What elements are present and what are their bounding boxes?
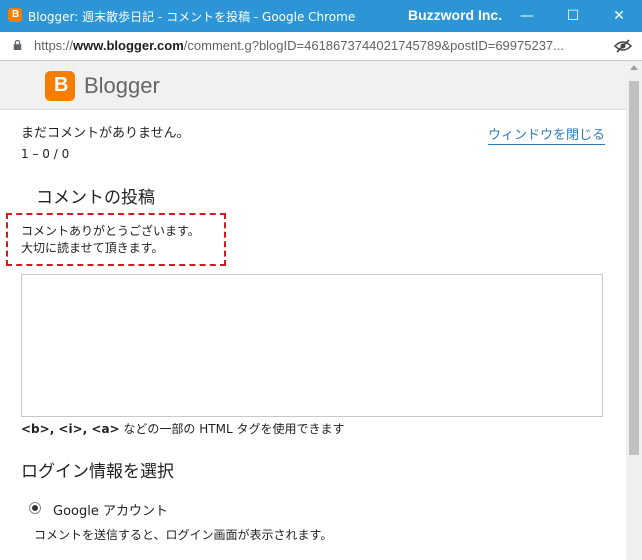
blogger-icon-letter: B — [12, 9, 20, 20]
blogger-logo-text: Blogger — [84, 73, 160, 98]
minimize-button[interactable]: — — [504, 0, 550, 32]
brand-label: Buzzword Inc. — [408, 7, 503, 23]
maximize-icon: ☐ — [566, 8, 580, 24]
maximize-button[interactable]: ☐ — [550, 0, 596, 32]
url-host: www.blogger.com — [73, 38, 184, 53]
url-text[interactable]: https://www.blogger.com/comment.g?blogID… — [34, 38, 609, 53]
message-line-2: 大切に読ませて頂きます。 — [21, 241, 164, 255]
close-window-link[interactable]: ウィンドウを閉じる — [488, 124, 606, 145]
blogger-header: B Blogger — [0, 61, 626, 110]
scroll-up-icon[interactable] — [630, 65, 638, 70]
blogger-icon: B — [8, 8, 22, 22]
url-scheme: https:// — [34, 38, 74, 53]
vertical-scrollbar[interactable] — [626, 61, 642, 560]
html-tags-note: <b>, <i>, <a> などの一部の HTML タグを使用できます — [21, 420, 344, 437]
comment-textarea[interactable] — [21, 274, 603, 417]
scrollbar-thumb[interactable] — [629, 81, 639, 455]
comment-page: まだコメントがありません。 ウィンドウを閉じる 1 – 0 / 0 コメントの投… — [0, 110, 626, 560]
lock-icon — [13, 40, 22, 50]
html-tags: <b>, <i>, <a> — [21, 422, 120, 436]
url-path: /comment.g?blogID=4618673744021745789&po… — [183, 38, 564, 53]
window-titlebar: B Blogger: 週末散歩日記 - コメントを投稿 - Google Chr… — [0, 0, 642, 32]
comment-pager: 1 – 0 / 0 — [21, 147, 70, 161]
login-select-title: ログイン情報を選択 — [21, 462, 174, 482]
login-note: コメントを送信すると、ログイン画面が表示されます。 — [34, 528, 333, 542]
post-comment-title: コメントの投稿 — [36, 188, 155, 208]
message-line-1: コメントありがとうございます。 — [21, 224, 200, 238]
blogger-logo-icon: B — [45, 71, 75, 101]
no-comments-text: まだコメントがありません。 — [21, 126, 190, 141]
address-bar[interactable]: https://www.blogger.com/comment.g?blogID… — [0, 32, 642, 61]
google-account-radio[interactable] — [29, 502, 41, 514]
close-button[interactable]: ✕ — [596, 0, 642, 32]
window-title: Blogger: 週末散歩日記 - コメントを投稿 - Google Chrom… — [28, 10, 356, 24]
close-icon: ✕ — [613, 8, 625, 24]
google-account-label[interactable]: Google アカウント — [53, 500, 168, 519]
logo-letter: B — [54, 74, 69, 96]
eye-off-icon[interactable] — [614, 38, 632, 54]
minimize-icon: — — [520, 8, 534, 24]
blog-comment-message: コメントありがとうございます。 大切に読ませて頂きます。 — [21, 223, 200, 257]
html-note-text: などの一部の HTML タグを使用できます — [119, 422, 345, 436]
